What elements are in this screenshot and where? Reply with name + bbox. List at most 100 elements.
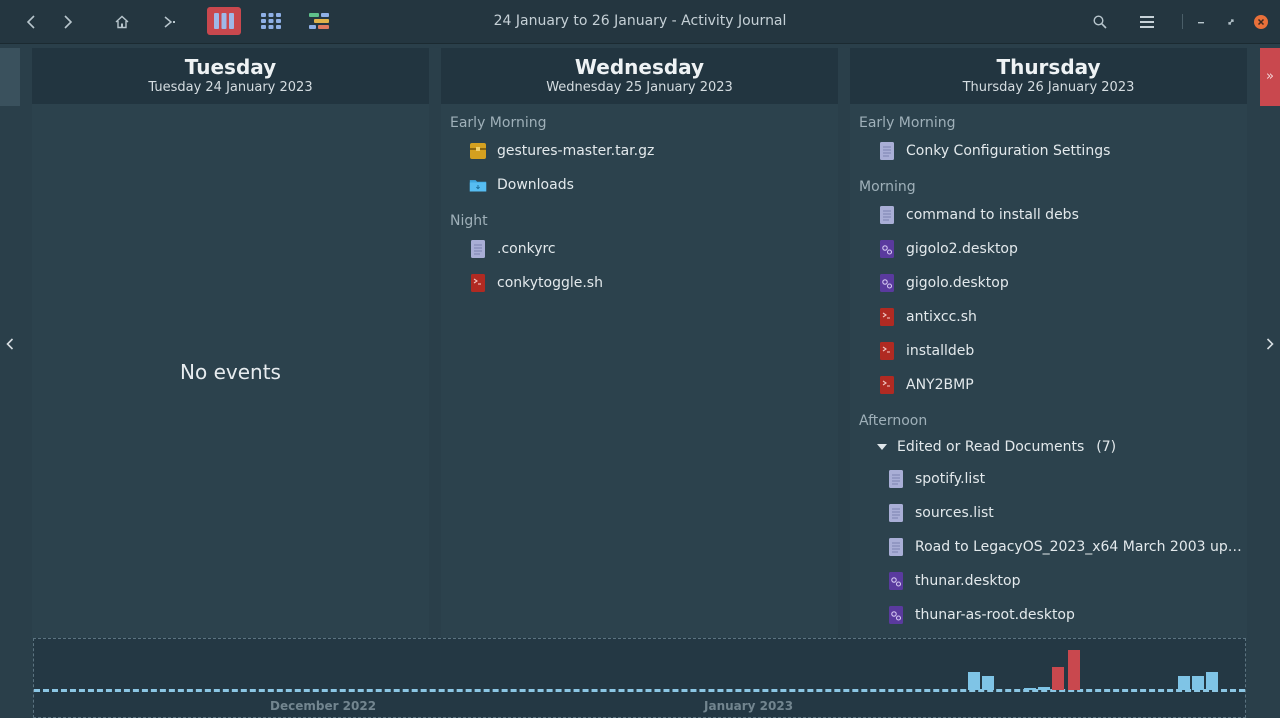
text-file-icon bbox=[889, 538, 903, 556]
timeline-month-label: December 2022 bbox=[270, 699, 377, 713]
timeline-bar[interactable] bbox=[1068, 650, 1080, 690]
list-item[interactable]: gigolo2.desktop bbox=[850, 232, 1247, 266]
day-date: Wednesday 25 January 2023 bbox=[546, 80, 733, 95]
item-label: thunar.desktop bbox=[915, 573, 1021, 589]
close-button[interactable] bbox=[1251, 0, 1271, 43]
script-icon bbox=[880, 376, 894, 394]
chevron-right-icon bbox=[1266, 338, 1274, 350]
list-item[interactable]: gestures-master.tar.gz bbox=[441, 134, 838, 168]
menu-button[interactable] bbox=[1134, 0, 1160, 43]
desktop-file-icon bbox=[880, 274, 894, 292]
go-button[interactable] bbox=[156, 0, 182, 43]
section-early-morning: Early Morning bbox=[859, 115, 956, 131]
title-bar: 24 January to 26 January - Activity Jour… bbox=[0, 0, 1280, 44]
item-label: Road to LegacyOS_2023_x64 March 2003 up… bbox=[915, 539, 1242, 555]
menu-icon bbox=[1140, 15, 1154, 28]
item-label: gigolo2.desktop bbox=[906, 241, 1018, 257]
day-date: Tuesday 24 January 2023 bbox=[148, 80, 313, 95]
previous-days-button[interactable] bbox=[0, 338, 20, 354]
folder-icon bbox=[469, 180, 487, 192]
item-label: thunar-as-root.desktop bbox=[915, 607, 1075, 623]
text-file-icon bbox=[880, 142, 894, 160]
day-column-thursday: Thursday Thursday 26 January 2023 Early … bbox=[850, 48, 1247, 638]
list-item[interactable]: spotify.list bbox=[850, 462, 1247, 496]
list-item[interactable]: Road to LegacyOS_2023_x64 March 2003 up… bbox=[850, 530, 1247, 564]
back-icon bbox=[26, 14, 35, 29]
timeline-bar[interactable] bbox=[1206, 672, 1218, 690]
desktop-file-icon bbox=[880, 240, 894, 258]
item-label: sources.list bbox=[915, 505, 994, 521]
timeline-bar[interactable] bbox=[1052, 667, 1064, 690]
list-item[interactable]: command to install debs bbox=[850, 198, 1247, 232]
text-file-icon bbox=[889, 504, 903, 522]
titlebar-separator bbox=[1182, 14, 1183, 29]
forward-button[interactable] bbox=[55, 0, 81, 43]
section-afternoon: Afternoon bbox=[859, 413, 928, 429]
group-label: Edited or Read Documents bbox=[897, 439, 1085, 455]
text-file-icon bbox=[889, 470, 903, 488]
section-early-morning: Early Morning bbox=[450, 115, 547, 131]
timeline-histogram[interactable]: December 2022 January 2023 bbox=[33, 638, 1246, 718]
item-label: ANY2BMP bbox=[906, 377, 974, 393]
timeline-view-button[interactable] bbox=[302, 7, 336, 35]
desktop-file-icon bbox=[889, 606, 903, 624]
next-days-panel[interactable]: » bbox=[1260, 48, 1280, 638]
list-item[interactable]: ANY2BMP bbox=[850, 368, 1247, 402]
list-item[interactable]: thunar-as-root.desktop bbox=[850, 598, 1247, 632]
timeline-bar[interactable] bbox=[968, 672, 980, 690]
day-header[interactable]: Thursday Thursday 26 January 2023 bbox=[850, 48, 1247, 104]
list-item[interactable]: installdeb bbox=[850, 334, 1247, 368]
text-file-icon bbox=[471, 240, 485, 258]
expander-triangle-icon bbox=[877, 444, 887, 450]
list-item[interactable]: antixcc.sh bbox=[850, 300, 1247, 334]
section-night: Night bbox=[450, 213, 488, 229]
timeline-bar[interactable] bbox=[1038, 687, 1050, 690]
day-date: Thursday 26 January 2023 bbox=[962, 80, 1135, 95]
item-label: spotify.list bbox=[915, 471, 986, 487]
timeline-bar[interactable] bbox=[1192, 676, 1204, 690]
desktop-file-icon bbox=[889, 572, 903, 590]
timeline-bar[interactable] bbox=[1178, 676, 1190, 690]
home-button[interactable] bbox=[109, 0, 135, 43]
item-label: gigolo.desktop bbox=[906, 275, 1009, 291]
timeline-bar[interactable] bbox=[982, 676, 994, 690]
previous-days-panel[interactable] bbox=[0, 48, 20, 638]
forward-icon bbox=[64, 14, 73, 29]
text-file-icon bbox=[880, 206, 894, 224]
home-icon bbox=[115, 15, 129, 28]
item-label: Downloads bbox=[497, 177, 574, 193]
list-item[interactable]: thunar.desktop bbox=[850, 564, 1247, 598]
day-header[interactable]: Wednesday Wednesday 25 January 2023 bbox=[441, 48, 838, 104]
list-item[interactable]: Downloads bbox=[441, 168, 838, 202]
minimize-button[interactable] bbox=[1192, 0, 1210, 43]
columns-view-button[interactable] bbox=[207, 7, 241, 35]
list-item[interactable]: conkytoggle.sh bbox=[441, 266, 838, 300]
item-label: conkytoggle.sh bbox=[497, 275, 603, 291]
item-label: installdeb bbox=[906, 343, 975, 359]
timeline-view-icon bbox=[309, 13, 329, 29]
chevron-left-icon bbox=[6, 338, 14, 350]
back-button[interactable] bbox=[18, 0, 44, 43]
columns-view-icon bbox=[214, 13, 234, 29]
next-strip[interactable]: » bbox=[1260, 48, 1280, 106]
script-icon bbox=[880, 342, 894, 360]
list-item[interactable]: gigolo.desktop bbox=[850, 266, 1247, 300]
timeline-bar[interactable] bbox=[1024, 688, 1036, 690]
minimize-icon bbox=[1198, 21, 1204, 23]
day-name: Wednesday bbox=[574, 55, 705, 79]
day-header[interactable]: Tuesday Tuesday 24 January 2023 bbox=[32, 48, 429, 104]
list-item[interactable]: Conky Configuration Settings bbox=[850, 134, 1247, 168]
item-label: command to install debs bbox=[906, 207, 1079, 223]
list-item[interactable]: .conkyrc bbox=[441, 232, 838, 266]
close-icon bbox=[1254, 14, 1268, 29]
search-button[interactable] bbox=[1087, 0, 1113, 43]
next-days-button[interactable] bbox=[1260, 338, 1280, 354]
previous-strip[interactable] bbox=[0, 48, 20, 106]
timeline-month-label: January 2023 bbox=[704, 699, 794, 713]
maximize-button[interactable] bbox=[1222, 0, 1240, 43]
list-item[interactable]: sources.list bbox=[850, 496, 1247, 530]
window-title: 24 January to 26 January - Activity Jour… bbox=[493, 13, 787, 29]
grid-view-button[interactable] bbox=[254, 7, 288, 35]
group-toggle[interactable]: Edited or Read Documents (7) bbox=[850, 432, 1247, 462]
maximize-icon bbox=[1228, 18, 1234, 25]
